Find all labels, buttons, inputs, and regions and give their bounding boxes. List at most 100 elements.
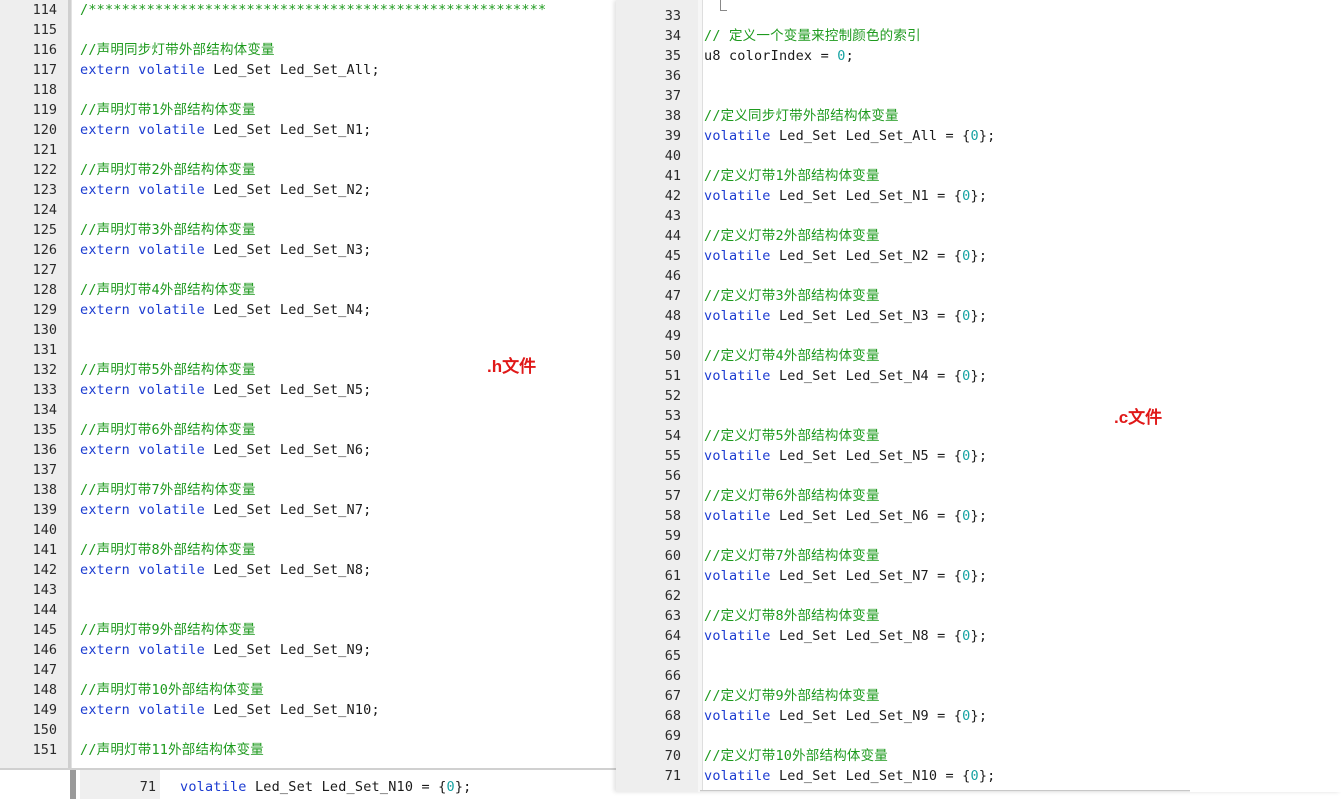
comment-text: //定义灯带3外部结构体变量	[704, 288, 880, 304]
line-number: 137	[32, 462, 57, 478]
line-code: /***************************************…	[80, 0, 546, 20]
declaration-text: Led_Set Led_Set_N6;	[204, 442, 372, 458]
code-line: 121	[0, 140, 616, 160]
code-line: 126 extern volatile Led_Set Led_Set_N3;	[0, 240, 616, 260]
comment-text: //定义灯带9外部结构体变量	[704, 688, 880, 704]
code-line: 117 extern volatile Led_Set Led_Set_All;	[0, 60, 616, 80]
initial-value: 0	[970, 768, 979, 784]
bottom-strip-line-number: 71	[139, 779, 156, 795]
line-code: extern volatile Led_Set Led_Set_N6;	[80, 440, 371, 460]
volatile-keyword: volatile	[704, 308, 771, 324]
line-code: //定义灯带8外部结构体变量	[704, 606, 880, 626]
code-line: 149 extern volatile Led_Set Led_Set_N10;	[0, 700, 616, 720]
declaration-text: Led_Set Led_Set_N2;	[204, 182, 372, 198]
line-number: 51	[664, 368, 681, 384]
code-line: 65	[616, 646, 1341, 666]
code-line: 134	[0, 400, 616, 420]
line-code: volatile Led_Set Led_Set_N9 = {0};	[704, 706, 987, 726]
initial-value: 0	[962, 308, 971, 324]
line-code: //声明灯带1外部结构体变量	[80, 100, 256, 120]
comment-text: //声明灯带9外部结构体变量	[80, 622, 256, 638]
declaration-text: Led_Set Led_Set_N4 = {	[770, 368, 963, 384]
line-number: 116	[32, 42, 57, 58]
code-line: 118	[0, 80, 616, 100]
extern-keyword: extern	[80, 702, 130, 718]
line-number: 64	[664, 628, 681, 644]
comment-text: // 定义一个变量来控制颜色的索引	[704, 28, 921, 44]
comment-text: //声明灯带1外部结构体变量	[80, 102, 256, 118]
comment-text: //定义灯带1外部结构体变量	[704, 168, 880, 184]
code-line: 140	[0, 520, 616, 540]
volatile-keyword: volatile	[704, 128, 771, 144]
code-line: 143	[0, 580, 616, 600]
line-code: extern volatile Led_Set Led_Set_All;	[80, 60, 380, 80]
line-number: 148	[32, 682, 57, 698]
c-file-editor[interactable]: 33 34 // 定义一个变量来控制颜色的索引 35 u8 colorIndex = 0…	[616, 0, 1341, 792]
comment-text: //定义灯带7外部结构体变量	[704, 548, 880, 564]
line-code: extern volatile Led_Set Led_Set_N5;	[80, 380, 371, 400]
line-number: 68	[664, 708, 681, 724]
code-line: 34 // 定义一个变量来控制颜色的索引	[616, 26, 1341, 46]
initial-value: 0	[962, 568, 971, 584]
line-number: 134	[32, 402, 57, 418]
code-line: 59	[616, 526, 1341, 546]
code-line: 114 /************************************…	[0, 0, 616, 20]
line-code: //声明灯带4外部结构体变量	[80, 280, 256, 300]
line-number: 126	[32, 242, 57, 258]
extern-keyword: extern	[80, 642, 130, 658]
declaration-text: Led_Set Led_Set_N3;	[204, 242, 372, 258]
line-code: //声明灯带9外部结构体变量	[80, 620, 256, 640]
code-line: 119 //声明灯带1外部结构体变量	[0, 100, 616, 120]
declaration-text: Led_Set Led_Set_N1;	[204, 122, 372, 138]
code-line: 124	[0, 200, 616, 220]
code-line: 61 volatile Led_Set Led_Set_N7 = {0};	[616, 566, 1341, 586]
code-line: 116 //声明同步灯带外部结构体变量	[0, 40, 616, 60]
extern-keyword: extern	[80, 302, 130, 318]
declaration-text: Led_Set Led_Set_N4;	[204, 302, 372, 318]
h-file-editor[interactable]: 114 /************************************…	[0, 0, 616, 768]
code-line: 129 extern volatile Led_Set Led_Set_N4;	[0, 300, 616, 320]
line-number: 133	[32, 382, 57, 398]
comment-text: //定义灯带5外部结构体变量	[704, 428, 880, 444]
volatile-keyword: volatile	[138, 442, 205, 458]
line-code: u8 colorIndex = 0;	[704, 46, 854, 66]
comment-text: //声明灯带4外部结构体变量	[80, 282, 256, 298]
declaration-text: Led_Set Led_Set_N3 = {	[770, 308, 963, 324]
declaration-text: Led_Set Led_Set_N5;	[204, 382, 372, 398]
statement-end: };	[978, 768, 996, 784]
code-line: 54 //定义灯带5外部结构体变量	[616, 426, 1341, 446]
line-code: //定义灯带2外部结构体变量	[704, 226, 880, 246]
volatile-keyword: volatile	[138, 62, 205, 78]
statement-end: };	[970, 308, 988, 324]
declaration-text: Led_Set Led_Set_N9;	[204, 642, 372, 658]
bottom-strip-suffix: };	[454, 779, 472, 795]
line-number: 60	[664, 548, 681, 564]
line-code: //声明灯带2外部结构体变量	[80, 160, 256, 180]
code-line: 64 volatile Led_Set Led_Set_N8 = {0};	[616, 626, 1341, 646]
code-line: 145 //声明灯带9外部结构体变量	[0, 620, 616, 640]
line-number: 136	[32, 442, 57, 458]
line-number: 138	[32, 482, 57, 498]
line-number: 140	[32, 522, 57, 538]
code-line: 71 volatile Led_Set Led_Set_N10 = {0};	[616, 766, 1341, 786]
volatile-keyword: volatile	[704, 708, 771, 724]
declaration-text: Led_Set Led_Set_N7 = {	[770, 568, 963, 584]
line-code: extern volatile Led_Set Led_Set_N2;	[80, 180, 371, 200]
code-line: 146 extern volatile Led_Set Led_Set_N9;	[0, 640, 616, 660]
code-line: 63 //定义灯带8外部结构体变量	[616, 606, 1341, 626]
code-line: 57 //定义灯带6外部结构体变量	[616, 486, 1341, 506]
volatile-keyword: volatile	[138, 242, 205, 258]
comment-text: //声明灯带5外部结构体变量	[80, 362, 256, 378]
code-line: 150	[0, 720, 616, 740]
code-line: 120 extern volatile Led_Set Led_Set_N1;	[0, 120, 616, 140]
line-number: 63	[664, 608, 681, 624]
code-line: 41 //定义灯带1外部结构体变量	[616, 166, 1341, 186]
code-line: 48 volatile Led_Set Led_Set_N3 = {0};	[616, 306, 1341, 326]
line-code: volatile Led_Set Led_Set_N3 = {0};	[704, 306, 987, 326]
line-number: 132	[32, 362, 57, 378]
line-number: 141	[32, 542, 57, 558]
line-number: 69	[664, 728, 681, 744]
declaration-text: Led_Set Led_Set_All;	[204, 62, 380, 78]
declaration-text: Led_Set Led_Set_All = {	[770, 128, 971, 144]
bottom-strip-keyword: volatile	[180, 779, 247, 795]
